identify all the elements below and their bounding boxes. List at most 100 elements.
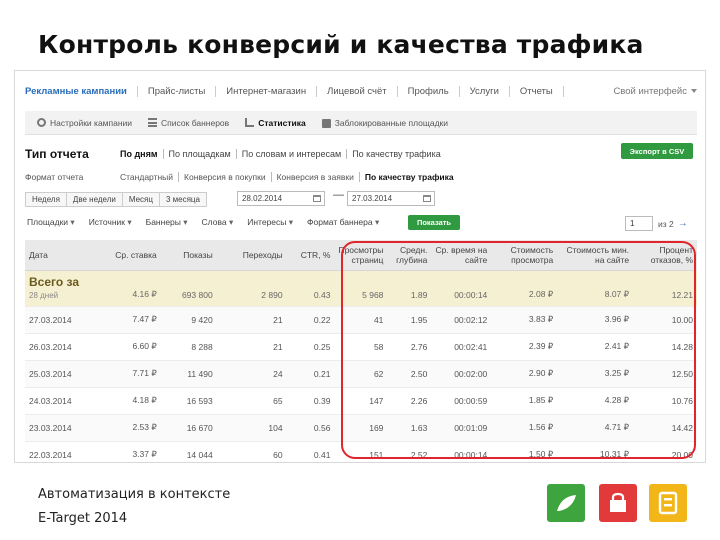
- filter-source-dropdown[interactable]: Источник: [89, 217, 132, 228]
- table-cell: 7.71 ₽: [104, 360, 161, 388]
- table-cell: 104: [216, 414, 287, 442]
- date-to-input[interactable]: 27.03.2014: [347, 191, 435, 206]
- topnav-item-reports[interactable]: Отчеты: [510, 85, 564, 97]
- sub-navigation: Настройки кампании Список баннеров Стати…: [25, 111, 697, 135]
- table-cell: 24: [216, 360, 287, 388]
- app-screenshot: Рекламные кампании Прайс-листы Интернет-…: [14, 70, 706, 463]
- subnav-label: Статистика: [258, 117, 306, 128]
- table-cell: 3.37 ₽: [104, 441, 161, 462]
- table-cell: 65: [216, 387, 287, 415]
- topnav-item-services[interactable]: Услуги: [460, 85, 510, 97]
- report-format-label: Формат отчета: [25, 172, 84, 182]
- topnav-item-profile[interactable]: Профиль: [398, 85, 460, 97]
- filter-interests-dropdown[interactable]: Интересы: [247, 217, 293, 228]
- tab-by-sites[interactable]: По площадкам: [164, 149, 237, 159]
- filter-bar: Площадки Источник Баннеры Слова Интересы…: [27, 217, 393, 228]
- subnav-item-statistics[interactable]: Статистика: [245, 118, 306, 128]
- subnav-label: Настройки кампании: [50, 117, 133, 128]
- period-two-weeks-button[interactable]: Две недели: [66, 192, 123, 207]
- col-header-impressions[interactable]: Показы: [160, 240, 217, 271]
- table-cell: 21: [216, 333, 287, 361]
- page-count: из 2: [658, 218, 674, 229]
- period-3-months-button[interactable]: 3 месяца: [159, 192, 207, 207]
- filter-words-dropdown[interactable]: Слова: [202, 217, 234, 228]
- topnav-item-campaigns[interactable]: Рекламные кампании: [25, 85, 138, 97]
- col-header-date[interactable]: Дата: [25, 240, 105, 271]
- table-cell: 25.03.2014: [25, 360, 105, 388]
- subnav-item-settings[interactable]: Настройки кампании: [37, 118, 132, 128]
- footer-text: Автоматизация в контексте E-Target 2014: [38, 483, 230, 531]
- table-cell: 6.60 ₽: [104, 333, 161, 361]
- table-cell: 2 890: [216, 270, 287, 307]
- table-cell: 0.25: [286, 333, 335, 361]
- filter-sites-dropdown[interactable]: Площадки: [27, 217, 75, 228]
- page-input[interactable]: 1: [625, 216, 653, 231]
- table-cell: 2.53 ₽: [104, 414, 161, 442]
- table-cell: 9 420: [160, 306, 217, 334]
- table-cell: 11 490: [160, 360, 217, 388]
- table-cell: 0.56: [286, 414, 335, 442]
- table-cell: 8 288: [160, 333, 217, 361]
- table-cell: 16 670: [160, 414, 217, 442]
- tab-by-keywords[interactable]: По словам и интересам: [237, 149, 348, 159]
- format-tab-requests[interactable]: Конверсия в заявки: [272, 172, 360, 182]
- period-month-button[interactable]: Месяц: [122, 192, 160, 207]
- table-cell: 0.39: [286, 387, 335, 415]
- gear-icon: [37, 118, 46, 127]
- table-cell: 0.22: [286, 306, 335, 334]
- table-cell: 24.03.2014: [25, 387, 105, 415]
- subnav-item-banners[interactable]: Список баннеров: [148, 118, 229, 128]
- topnav-item-account[interactable]: Лицевой счёт: [317, 85, 398, 97]
- table-cell: 7.47 ₽: [104, 306, 161, 334]
- col-header-avg-bid[interactable]: Ср. ставка: [104, 240, 161, 271]
- total-period: 28 дней: [29, 290, 59, 300]
- table-cell: 26.03.2014: [25, 333, 105, 361]
- table-cell: 0.43: [286, 270, 335, 307]
- top-navigation: Рекламные кампании Прайс-листы Интернет-…: [25, 79, 697, 103]
- format-tab-standard[interactable]: Стандартный: [120, 172, 180, 182]
- table-cell: 22.03.2014: [25, 441, 105, 462]
- period-week-button[interactable]: Неделя: [25, 192, 67, 207]
- period-buttons: Неделя Две недели Месяц 3 месяца: [25, 192, 207, 207]
- next-page-arrow-icon[interactable]: →: [678, 218, 688, 229]
- table-cell: 60: [216, 441, 287, 462]
- col-header-ctr[interactable]: CTR, %: [286, 240, 335, 271]
- date-from-value: 28.02.2014: [242, 194, 283, 203]
- format-tab-purchases[interactable]: Конверсия в покупки: [179, 172, 272, 182]
- subnav-item-blocked[interactable]: Заблокированные площадки: [321, 117, 448, 128]
- register-logo-icon: [649, 484, 687, 522]
- date-from-input[interactable]: 28.02.2014: [237, 191, 325, 206]
- date-range-dash: —: [333, 189, 344, 201]
- report-type-tabs: По дням По площадкам По словам и интерес…: [120, 149, 446, 159]
- show-button[interactable]: Показать: [408, 215, 460, 230]
- export-csv-button[interactable]: Экспорт в CSV: [621, 143, 693, 159]
- report-format-tabs: Стандартный Конверсия в покупки Конверси…: [120, 172, 459, 182]
- format-tab-traffic-quality[interactable]: По качеству трафика: [360, 172, 459, 182]
- leaf-logo-icon: [547, 484, 585, 522]
- table-cell: 14 044: [160, 441, 217, 462]
- filter-banners-dropdown[interactable]: Баннеры: [146, 217, 188, 228]
- table-cell: 27.03.2014: [25, 306, 105, 334]
- total-label-cell: Всего за 28 дней: [25, 270, 105, 307]
- topnav-item-pricelists[interactable]: Прайс-листы: [138, 85, 217, 97]
- date-to-value: 27.03.2014: [352, 194, 393, 203]
- table-cell: 0.41: [286, 441, 335, 462]
- calendar-icon[interactable]: [313, 195, 321, 202]
- report-type-label: Тип отчета: [25, 147, 89, 161]
- slide-title: Контроль конверсий и качества трафика: [38, 30, 644, 59]
- footer-line-2: E-Target 2014: [38, 511, 128, 526]
- user-menu[interactable]: Свой интерфейс: [613, 86, 697, 97]
- tab-by-traffic-quality[interactable]: По качеству трафика: [347, 149, 446, 159]
- topnav-item-shop[interactable]: Интернет-магазин: [216, 85, 318, 97]
- table-cell: 23.03.2014: [25, 414, 105, 442]
- footer-line-1: Автоматизация в контексте: [38, 487, 231, 502]
- lock-icon: [321, 119, 331, 128]
- col-header-clicks[interactable]: Переходы: [216, 240, 287, 271]
- filter-format-dropdown[interactable]: Формат баннера: [307, 217, 379, 228]
- calendar-icon[interactable]: [423, 195, 431, 202]
- tab-by-days[interactable]: По дням: [120, 149, 164, 159]
- table-cell: 4.16 ₽: [104, 270, 161, 307]
- table-cell: 0.21: [286, 360, 335, 388]
- chart-icon: [245, 118, 255, 127]
- quality-columns-highlight: [341, 241, 696, 459]
